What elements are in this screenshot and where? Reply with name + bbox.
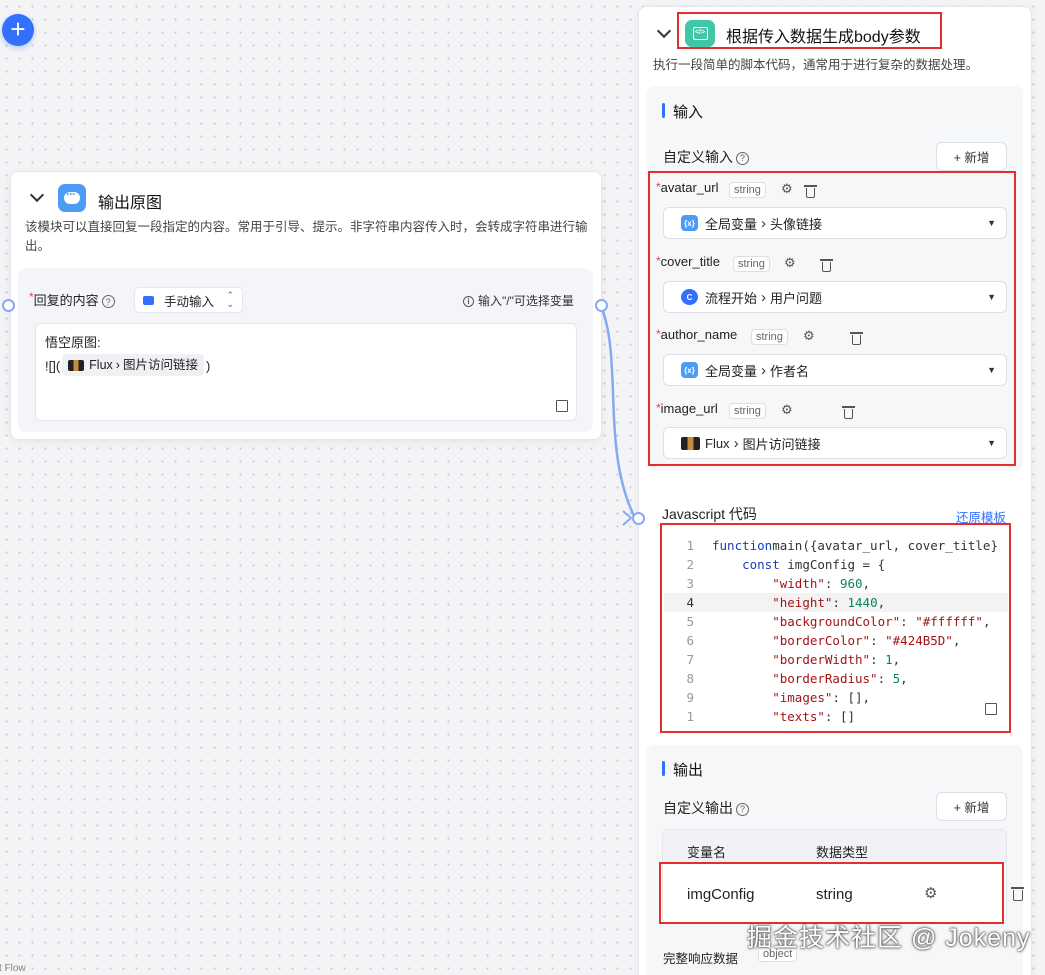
- reply-node-icon: [58, 184, 86, 212]
- watermark: 掘金技术社区 @ Jokeny: [747, 924, 1031, 952]
- output-highlight: [659, 862, 1004, 924]
- chevron-down-icon: ▼: [987, 438, 996, 448]
- gear-icon[interactable]: ⚙: [803, 328, 815, 344]
- code-node-input-handle[interactable]: [632, 512, 645, 525]
- reply-node-title: 输出原图: [98, 195, 163, 212]
- flux-thumbnail: [681, 436, 700, 450]
- code-node-icon: </>: [685, 20, 715, 47]
- mode-icon: [143, 295, 154, 305]
- section-bar: [662, 103, 665, 118]
- add-output-button[interactable]: + 新增: [936, 792, 1007, 821]
- section-bar: [662, 761, 665, 776]
- chevron-down-icon: ▼: [987, 218, 996, 228]
- code-node-title: 根据传入数据生成body参数: [726, 29, 921, 46]
- left-input-handle[interactable]: [2, 299, 15, 312]
- code-node-description: 执行一段简单的脚本代码，通常用于进行复杂的数据处理。: [653, 58, 979, 72]
- variable-hint: i 输入"/"可选择变量: [463, 292, 574, 309]
- type-tag: string: [729, 182, 766, 198]
- canvas-label: ct Flow: [0, 963, 26, 974]
- gear-icon[interactable]: ⚙: [784, 255, 796, 271]
- trash-icon[interactable]: [850, 332, 864, 345]
- global-variable-icon: {x}: [681, 215, 698, 231]
- output-section-title: 输出: [673, 762, 704, 779]
- gear-icon[interactable]: ⚙: [781, 402, 793, 418]
- input-mode-select[interactable]: 手动输入 ⌃ ⌄: [134, 287, 243, 313]
- global-variable-icon: {x}: [681, 362, 698, 378]
- variable-select[interactable]: Flux › 图片访问链接 ▼: [663, 427, 1007, 459]
- column-header-name: 变量名: [687, 845, 727, 860]
- input-row-image-url: *image_url: [656, 401, 718, 416]
- type-tag: string: [751, 329, 788, 345]
- full-response-label: 完整响应数据: [663, 952, 739, 966]
- variable-select[interactable]: C 流程开始 › 用户问题 ▼: [663, 281, 1007, 313]
- type-tag: string: [733, 256, 770, 272]
- input-row-author-name: *author_name: [656, 327, 738, 342]
- chevron-down-icon: ▼: [987, 365, 996, 375]
- flow-start-icon: C: [681, 289, 698, 305]
- reply-node-description: 该模块可以直接回复一段指定的内容。常用于引导、提示。非字符串内容传入时，会转成字…: [25, 220, 588, 253]
- info-icon: i: [463, 296, 474, 308]
- help-icon[interactable]: ?: [101, 295, 115, 309]
- variable-select[interactable]: {x} 全局变量 › 头像链接 ▼: [663, 207, 1007, 239]
- type-tag: string: [729, 403, 766, 419]
- trash-icon[interactable]: [841, 406, 855, 419]
- column-header-type: 数据类型: [816, 845, 869, 860]
- custom-output-label: 自定义输出?: [663, 798, 749, 818]
- reply-content-label: *回复的内容?: [29, 290, 115, 309]
- help-icon[interactable]: ?: [736, 802, 749, 816]
- chevron-down-icon: ▼: [987, 292, 996, 302]
- trash-icon[interactable]: [1010, 887, 1024, 901]
- input-row-avatar-url: *avatar_url: [656, 180, 719, 195]
- variable-tag[interactable]: Flux › 图片访问链接: [62, 354, 204, 376]
- flux-thumbnail: [68, 359, 85, 371]
- gear-icon[interactable]: ⚙: [781, 181, 793, 197]
- reply-content-editor[interactable]: 悟空原图: ![](Flux › 图片访问链接): [35, 323, 577, 421]
- add-input-button[interactable]: + 新增: [936, 142, 1007, 171]
- trash-icon[interactable]: [804, 185, 817, 198]
- input-section-title: 输入: [673, 104, 704, 121]
- code-label: Javascript 代码: [662, 506, 757, 522]
- variable-select[interactable]: {x} 全局变量 › 作者名 ▼: [663, 354, 1007, 386]
- add-node-button[interactable]: +: [2, 14, 34, 46]
- help-icon[interactable]: ?: [736, 151, 749, 165]
- input-row-cover-title: *cover_title: [656, 254, 720, 269]
- updown-arrow-icon: ⌃ ⌄: [226, 290, 234, 309]
- trash-icon[interactable]: [819, 259, 833, 272]
- custom-input-label: 自定义输入?: [663, 147, 749, 167]
- code-highlight: [660, 523, 1011, 733]
- right-output-handle[interactable]: [595, 299, 608, 312]
- expand-icon[interactable]: [556, 400, 568, 412]
